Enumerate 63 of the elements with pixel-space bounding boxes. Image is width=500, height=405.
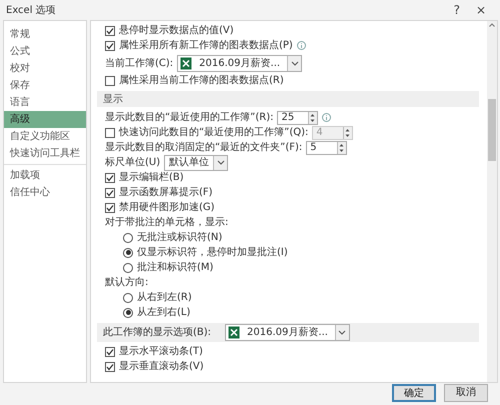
group-label: 对于带批注的单元格，显示: (105, 216, 228, 230)
option-label: 批注和标识符(M) (137, 260, 214, 275)
window-title: Excel 选项 (6, 4, 56, 18)
caret-icon (338, 330, 346, 335)
option-label: 快速访问此数目的“最近使用的工作簿”(Q): (119, 126, 308, 140)
field-label: 显示此数目的“最近使用的工作簿”(R): (105, 110, 274, 125)
sidebar-item[interactable]: 自定义功能区 (4, 128, 86, 145)
group-label: 默认方向: (105, 276, 148, 290)
option-label: 无批注或标识符(N) (137, 230, 222, 245)
number-spinner[interactable]: 25 (277, 110, 318, 124)
sidebar-item[interactable]: 加载项 (4, 167, 86, 184)
field-label: 此工作簿的显示选项(B): (103, 326, 212, 340)
option-label: 禁用硬件图形加速(G) (119, 200, 215, 215)
option-label: 显示函数屏幕提示(F) (119, 186, 213, 200)
option-label: 显示水平滚动条(T) (119, 344, 203, 359)
field-label: 显示此数目的取消固定的“最近的文件夹”(F): (105, 140, 302, 155)
close-button[interactable]: × (468, 4, 494, 16)
scroll-thumb[interactable] (488, 99, 496, 161)
option-label: 从左到右(L) (137, 306, 190, 320)
sidebar-item[interactable]: 常规 (4, 26, 86, 43)
scroll-up-icon (488, 21, 496, 29)
checkbox[interactable] (105, 40, 115, 50)
option-label: 从右到左(R) (137, 290, 192, 305)
sidebar-item[interactable]: 保存 (4, 77, 86, 94)
scrollbar[interactable] (487, 21, 497, 382)
checkbox[interactable] (105, 346, 115, 356)
option-label: 悬停时显示数据点的值(V) (119, 24, 234, 38)
checkbox[interactable] (105, 76, 115, 86)
checkbox[interactable] (105, 362, 115, 372)
help-button[interactable]: ? (446, 4, 468, 16)
radio-button[interactable] (123, 232, 133, 242)
spreadsheet-icon (228, 326, 240, 339)
caret-icon (290, 60, 299, 66)
field-label: 当前工作簿(C): (105, 56, 174, 70)
sidebar-item[interactable]: 公式 (4, 43, 86, 60)
field-label: 标尺单位(U) (105, 156, 160, 170)
sidebar-item[interactable]: 语言 (4, 94, 86, 111)
sidebar-item[interactable]: 高级 (4, 111, 86, 128)
option-label: 显示编辑栏(B) (119, 170, 184, 185)
unit-dropdown[interactable]: 默认单位 (164, 154, 228, 170)
radio-button[interactable] (123, 308, 133, 318)
option-label: 显示垂直滚动条(V) (119, 360, 204, 374)
option-label: 仅显示标识符，悬停时加显批注(I) (137, 246, 288, 260)
caret-icon (216, 160, 225, 165)
radio-button[interactable] (123, 262, 133, 272)
sidebar-item[interactable]: 信任中心 (4, 184, 86, 201)
option-label: 属性采用当前工作簿的图表数据点(R) (119, 74, 284, 88)
workbook-dropdown[interactable]: 2016.09月薪资... (177, 54, 302, 72)
option-label: 属性采用所有新工作簿的图表数据点(P) (119, 38, 293, 53)
checkbox[interactable] (105, 172, 115, 182)
workbook-dropdown[interactable]: 2016.09月薪资... (225, 324, 350, 341)
checkbox[interactable] (105, 188, 115, 198)
section-header: 显示 (97, 91, 479, 107)
spreadsheet-icon (180, 56, 192, 70)
sidebar-item[interactable]: 快速访问工具栏 (4, 145, 86, 162)
radio-button[interactable] (123, 248, 133, 258)
radio-button[interactable] (123, 292, 133, 302)
sidebar-item[interactable]: 校对 (4, 60, 86, 77)
checkbox[interactable] (105, 26, 115, 36)
checkbox[interactable] (105, 202, 115, 212)
dialog-button[interactable]: 取消 (444, 384, 488, 402)
dialog-button[interactable]: 确定 (392, 384, 436, 402)
number-spinner[interactable]: 5 (306, 140, 348, 154)
